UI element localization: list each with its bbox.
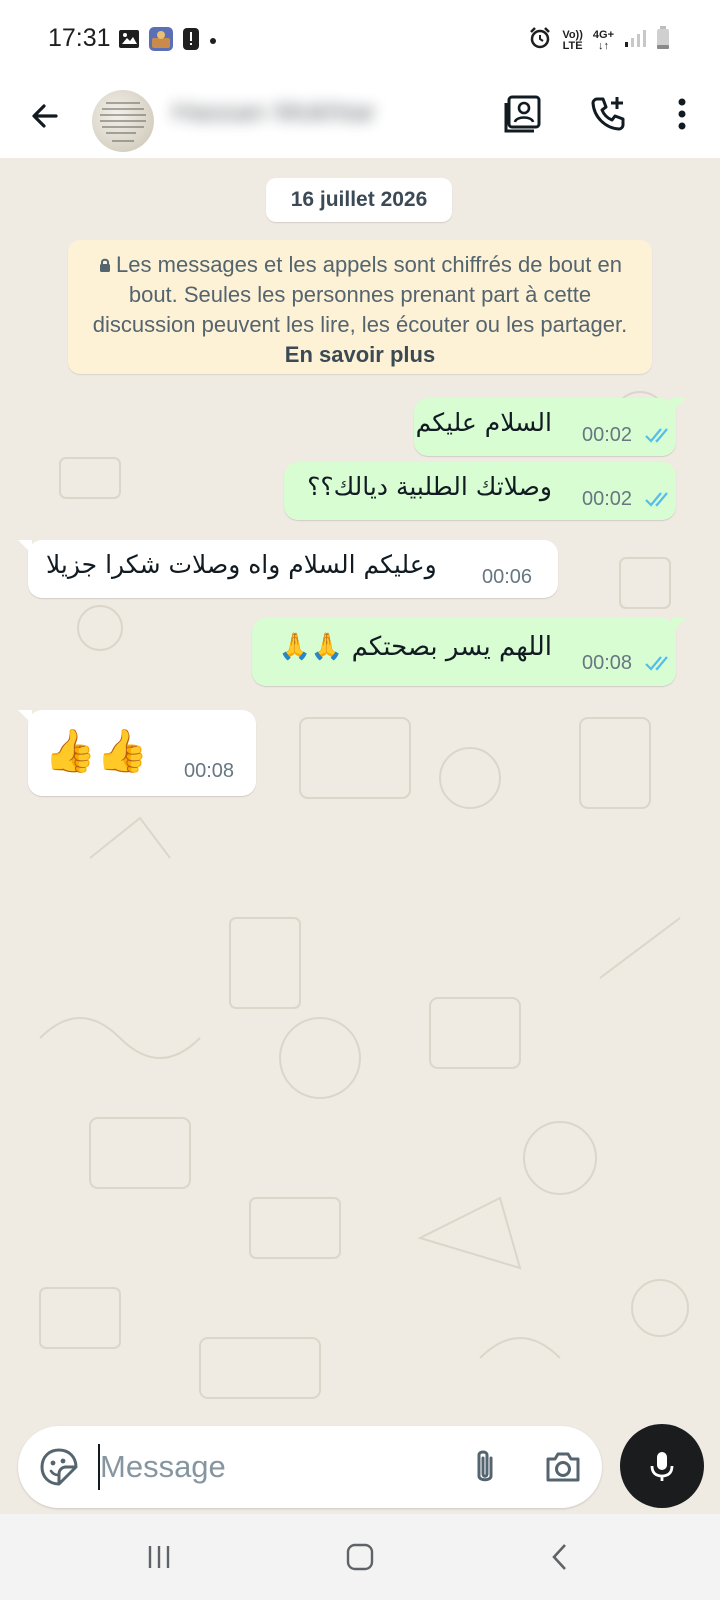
contact-avatar[interactable] [92, 90, 154, 152]
chat-header: Hassan Mokhtar [0, 78, 720, 158]
message-input[interactable] [100, 1442, 430, 1492]
paperclip-icon [477, 1450, 493, 1482]
signal-icon [624, 28, 646, 53]
chat-area[interactable]: 16 juillet 2026 Les messages et les appe… [0, 158, 720, 1420]
message-bubble-outgoing[interactable]: وصلاتك الطلبية ديالك؟؟ 00:02 [284, 462, 676, 520]
more-notifications-dot-icon [208, 33, 218, 51]
home-button[interactable] [335, 1534, 385, 1580]
message-bubble-outgoing[interactable]: السلام عليكم 00:02 [414, 398, 686, 456]
volte-label: Vo)) [562, 28, 583, 41]
camera-button[interactable] [540, 1444, 586, 1490]
message-bubble-incoming[interactable]: 👍👍 00:08 [18, 710, 256, 796]
network-type-label: 4G+ [592, 28, 614, 41]
status-time: 17:31 [48, 24, 111, 52]
lock-icon [100, 258, 111, 272]
message-time: 00:02 [582, 488, 633, 510]
system-navigation-bar [0, 1514, 720, 1600]
microphone-icon [650, 1452, 674, 1481]
add-call-button[interactable] [582, 88, 634, 140]
voice-message-button[interactable] [620, 1424, 704, 1508]
video-call-button[interactable] [498, 88, 550, 140]
more-options-button[interactable] [656, 88, 708, 140]
app-notification-icon [148, 26, 174, 57]
contact-card-icon [504, 95, 541, 133]
system-back-button[interactable] [536, 1534, 586, 1580]
emoji-button[interactable] [36, 1444, 82, 1490]
message-time: 00:06 [482, 566, 533, 588]
message-text: وعليكم السلام واه وصلات شكرا جزيلا [46, 550, 437, 579]
message-bubble-incoming[interactable]: وعليكم السلام واه وصلات شكرا جزيلا 00:06 [18, 540, 558, 598]
learn-more-link[interactable]: En savoir plus [285, 342, 435, 367]
battery-icon [656, 26, 670, 55]
home-icon [346, 1543, 374, 1571]
message-text: السلام عليكم [415, 408, 552, 437]
message-time: 00:02 [582, 424, 633, 446]
encryption-notice[interactable]: Les messages et les appels sont chiffrés… [68, 240, 652, 374]
camera-icon [546, 1452, 580, 1482]
back-chevron-icon [552, 1544, 566, 1570]
phone-plus-icon [591, 97, 625, 131]
more-vert-icon [678, 98, 686, 130]
volte-icon: Vo)) LTE [562, 28, 583, 52]
status-bar: 17:31 Vo)) LTE 4G+ ↓↑ [0, 0, 720, 78]
network-type-icon: 4G+ ↓↑ [592, 28, 614, 52]
read-receipt-icon [645, 428, 668, 443]
date-divider: 16 juillet 2026 [266, 178, 452, 222]
contact-name[interactable]: Hassan Mokhtar [172, 96, 392, 132]
message-text: اللهم يسر بصحتكم 🙏🙏 [278, 632, 552, 662]
gallery-icon [118, 29, 140, 54]
message-time: 00:08 [582, 652, 633, 674]
back-arrow-icon [32, 104, 58, 128]
alert-icon [182, 27, 200, 56]
message-bubble-outgoing[interactable]: اللهم يسر بصحتكم 🙏🙏 00:08 [252, 618, 686, 686]
back-button[interactable] [22, 92, 70, 140]
recent-apps-icon [148, 1546, 170, 1568]
message-emoji: 👍👍 [44, 727, 149, 774]
read-receipt-icon [645, 492, 668, 507]
attach-button[interactable] [462, 1444, 508, 1490]
alarm-icon [528, 26, 552, 55]
lte-label: LTE [562, 39, 583, 52]
read-receipt-icon [645, 656, 668, 671]
recent-apps-button[interactable] [134, 1534, 184, 1580]
encryption-notice-text: Les messages et les appels sont chiffrés… [92, 252, 628, 337]
message-time: 00:08 [184, 760, 235, 782]
message-composer [18, 1426, 602, 1508]
sticker-smiley-icon [40, 1448, 78, 1486]
message-text: وصلاتك الطلبية ديالك؟؟ [307, 472, 552, 501]
